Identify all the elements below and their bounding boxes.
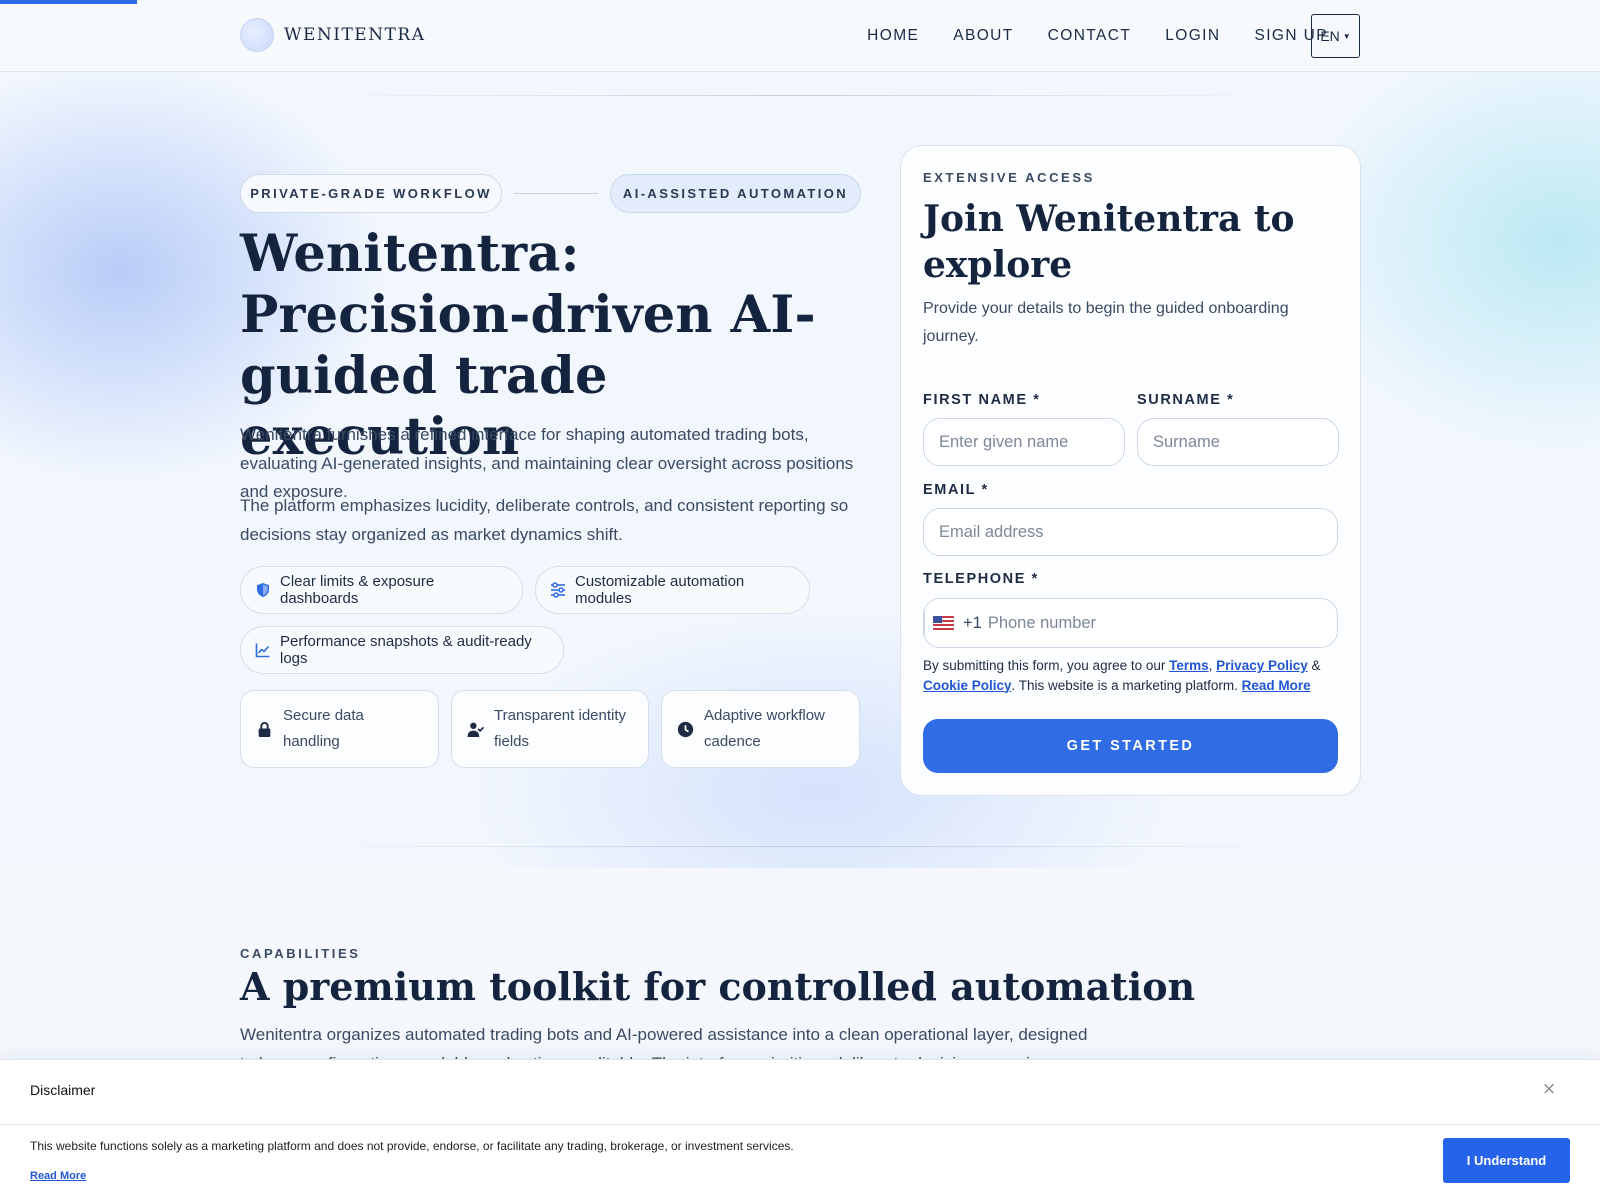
disclaimer-header: Disclaimer ×: [0, 1060, 1600, 1125]
shield-icon: [257, 583, 269, 597]
privacy-policy-link[interactable]: Privacy Policy: [1216, 658, 1308, 673]
telephone-label: TELEPHONE *: [923, 571, 1039, 587]
consent-text: By submitting this form, you agree to ou…: [923, 656, 1343, 695]
site-header: WENITENTRA HOME ABOUT CONTACT LOGIN SIGN…: [0, 0, 1600, 72]
feature-label: Customizable automation modules: [575, 573, 745, 607]
disclaimer-title: Disclaimer: [30, 1082, 96, 1098]
telephone-divider: [924, 611, 925, 637]
pill-connector: [514, 193, 598, 194]
signup-form-card: EXTENSIVE ACCESS Join Wenitentra to expl…: [900, 145, 1361, 796]
clock-icon: [677, 721, 694, 737]
capabilities-title: A premium toolkit for controlled automat…: [240, 964, 1196, 1009]
caret-down-icon: ▼: [1342, 31, 1351, 41]
tag-private-grade: PRIVATE-GRADE WORKFLOW: [240, 174, 502, 213]
get-started-button[interactable]: GET STARTED: [923, 719, 1338, 773]
terms-link[interactable]: Terms: [1169, 658, 1209, 673]
consent-read-more-link[interactable]: Read More: [1242, 678, 1311, 693]
disclaimer-text: This website functions solely as a marke…: [30, 1139, 794, 1153]
us-flag-icon[interactable]: [933, 616, 954, 630]
user-check-icon: [467, 722, 484, 737]
capabilities-eyebrow: CAPABILITIES: [240, 946, 361, 961]
first-name-input[interactable]: [923, 418, 1125, 466]
info-card-label: Adaptive workflow cadence: [704, 707, 825, 750]
nav-contact[interactable]: CONTACT: [1048, 27, 1132, 45]
line-chart-icon: [255, 643, 270, 658]
surname-label: SURNAME *: [1137, 392, 1235, 408]
consent-prefix: By submitting this form, you agree to ou…: [923, 658, 1170, 673]
info-card-cadence: Adaptive workflow cadence: [661, 690, 860, 768]
language-code: EN: [1320, 28, 1340, 44]
surname-input[interactable]: [1137, 418, 1339, 466]
cookie-policy-link[interactable]: Cookie Policy: [923, 678, 1012, 693]
scroll-progress-bar: [0, 0, 137, 4]
info-card-identity: Transparent identity fields: [451, 690, 649, 768]
telephone-field: +1: [923, 598, 1338, 648]
hero-divider-bottom: [290, 846, 1310, 847]
brand-logo[interactable]: WENITENTRA: [240, 18, 426, 52]
disclaimer-read-more-link[interactable]: Read More: [30, 1170, 86, 1182]
telephone-input[interactable]: [987, 613, 1318, 633]
logo-mark-icon: [240, 18, 274, 52]
first-name-label: FIRST NAME *: [923, 392, 1041, 408]
country-dial-code[interactable]: +1: [963, 614, 982, 633]
language-selector[interactable]: EN ▼: [1311, 14, 1360, 58]
form-title: Join Wenitentra to explore: [923, 198, 1295, 286]
form-subtitle: Provide your details to begin the guided…: [923, 300, 1289, 345]
feature-chip-logs: Performance snapshots & audit-ready logs: [240, 626, 564, 674]
feature-label: Clear limits & exposure dashboards: [280, 573, 435, 607]
nav-about[interactable]: ABOUT: [953, 27, 1013, 45]
tag-ai-assisted: AI-ASSISTED AUTOMATION: [610, 174, 861, 213]
sliders-icon: [551, 582, 565, 598]
nav-login[interactable]: LOGIN: [1165, 27, 1220, 45]
close-icon[interactable]: ×: [1538, 1078, 1560, 1100]
email-label: EMAIL *: [923, 482, 989, 498]
nav-home[interactable]: HOME: [867, 27, 919, 45]
feature-label: Performance snapshots & audit-ready logs: [280, 633, 532, 667]
info-card-label: Secure data handling: [283, 707, 364, 750]
info-card-label: Transparent identity fields: [494, 707, 627, 750]
i-understand-button[interactable]: I Understand: [1443, 1138, 1570, 1183]
feature-chip-modules: Customizable automation modules: [535, 566, 810, 614]
info-card-secure-data: Secure data handling: [240, 690, 439, 768]
feature-chip-limits: Clear limits & exposure dashboards: [240, 566, 523, 614]
disclaimer-banner: Disclaimer × This website functions sole…: [0, 1059, 1600, 1200]
hero-description-secondary: The platform emphasizes lucidity, delibe…: [240, 496, 849, 544]
email-input[interactable]: [923, 508, 1338, 556]
form-eyebrow: EXTENSIVE ACCESS: [923, 170, 1095, 185]
consent-middle: . This website is a marketing platform.: [1011, 677, 1242, 693]
main-nav: HOME ABOUT CONTACT LOGIN SIGN UP: [833, 0, 1328, 72]
consent-separator: &: [1307, 658, 1321, 673]
hero-divider-top: [300, 95, 1300, 96]
lock-icon: [258, 721, 271, 737]
brand-name: WENITENTRA: [284, 25, 426, 45]
